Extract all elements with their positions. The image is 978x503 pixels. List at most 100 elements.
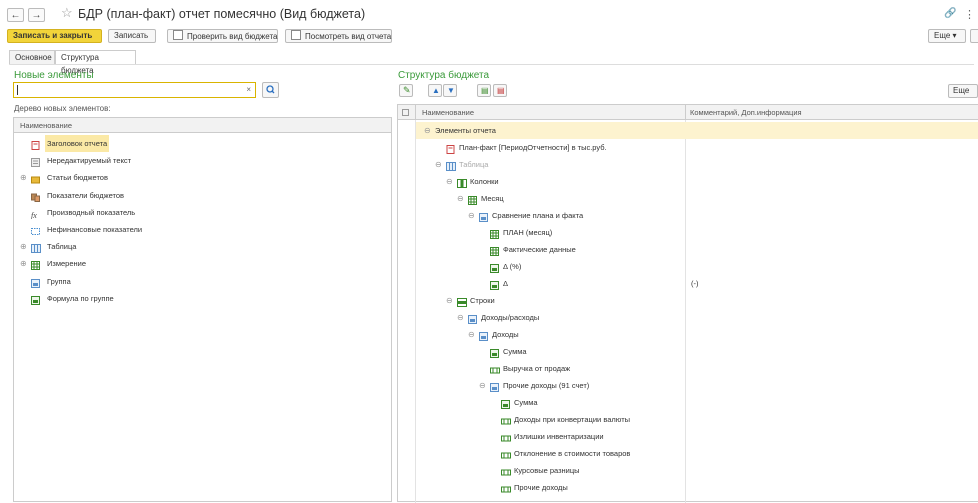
- structure-row-label: Сумма: [503, 347, 527, 356]
- new-elements-title: Новые элементы: [14, 70, 94, 81]
- left-tree-item[interactable]: Группа: [14, 273, 391, 290]
- structure-row[interactable]: Доходы при конвертации валюты: [416, 411, 978, 428]
- delete-element-button[interactable]: ▤: [493, 84, 507, 97]
- search-icon: [266, 85, 275, 94]
- structure-row[interactable]: Отклонение в стоимости товаров: [416, 445, 978, 462]
- link-icon[interactable]: 🔗: [944, 8, 956, 19]
- structure-row[interactable]: Излишки инвентаризации: [416, 428, 978, 445]
- right-more-button[interactable]: Еще: [948, 84, 978, 98]
- left-tree-item-label: Производный показатель: [47, 207, 136, 217]
- tree-label: Дерево новых элементов:: [14, 104, 111, 113]
- structure-row[interactable]: ПЛАН (месяц): [416, 224, 978, 241]
- structure-row[interactable]: ⊖ Сравнение плана и факта: [416, 207, 978, 224]
- structure-row[interactable]: Фактические данные: [416, 241, 978, 258]
- article-icon: [501, 483, 511, 500]
- structure-row[interactable]: Выручка от продаж: [416, 360, 978, 377]
- structure-row[interactable]: Сумма: [416, 343, 978, 360]
- view-report-button[interactable]: Посмотреть вид отчета: [285, 29, 392, 43]
- forward-button[interactable]: →: [28, 8, 45, 22]
- tab-main[interactable]: Основное: [9, 50, 55, 64]
- left-tree-item-label: Формула по группе: [47, 293, 114, 303]
- left-tree-item[interactable]: Нефинансовые показатели: [14, 221, 391, 238]
- group-formula-icon: [31, 294, 40, 311]
- left-tree-item[interactable]: Заголовок отчета: [14, 135, 391, 152]
- structure-row-label: Выручка от продаж: [503, 364, 571, 373]
- structure-row[interactable]: Курсовые разницы: [416, 462, 978, 479]
- structure-row[interactable]: План-факт [ПериодОтчетности] в тыс.руб.: [416, 139, 978, 156]
- expand-icon[interactable]: ⊕: [20, 169, 27, 186]
- left-tree-item[interactable]: ⊕ Статьи бюджетов: [14, 169, 391, 186]
- structure-row-label: Фактические данные: [503, 245, 576, 254]
- structure-row-label: Δ (%): [503, 262, 522, 271]
- structure-row-label: Месяц: [481, 194, 504, 203]
- structure-row-label: Прочие доходы: [514, 483, 568, 492]
- column-divider: [415, 105, 416, 120]
- left-tree-item[interactable]: Показатели бюджетов: [14, 187, 391, 204]
- expand-icon[interactable]: ⊕: [20, 255, 27, 272]
- comment-column-header[interactable]: Комментарий, Доп.информация: [690, 105, 802, 120]
- edit-button[interactable]: ✎: [399, 84, 413, 97]
- structure-row[interactable]: ⊖ Доходы/расходы: [416, 309, 978, 326]
- structure-row[interactable]: ⊖ Элементы отчета: [416, 122, 978, 139]
- left-tree-item[interactable]: ⊕ Измерение: [14, 255, 391, 272]
- left-tree-item-label: Группа: [47, 276, 71, 286]
- save-button[interactable]: Записать: [108, 29, 156, 43]
- collapse-icon[interactable]: ⊖: [435, 156, 442, 173]
- left-tree-item[interactable]: Нередактируемый текст: [14, 152, 391, 169]
- collapse-icon[interactable]: ⊖: [457, 190, 464, 207]
- column-divider: [685, 105, 686, 120]
- left-column-header[interactable]: Наименование: [14, 118, 391, 133]
- add-icon: ▤: [481, 86, 489, 95]
- search-button[interactable]: [262, 82, 279, 98]
- structure-row[interactable]: ⊖ Месяц: [416, 190, 978, 207]
- back-button[interactable]: ←: [7, 8, 24, 22]
- text-cursor: [17, 85, 18, 95]
- left-tree-item[interactable]: fx Производный показатель: [14, 204, 391, 221]
- structure-row-label: ПЛАН (месяц): [503, 228, 553, 237]
- help-button[interactable]: [970, 29, 978, 43]
- structure-row-label: Излишки инвентаризации: [514, 432, 604, 441]
- structure-row-label: Строки: [470, 296, 495, 305]
- collapse-icon[interactable]: ⊖: [479, 377, 486, 394]
- structure-row[interactable]: ⊖ Прочие доходы (91 счет): [416, 377, 978, 394]
- check-budget-button[interactable]: Проверить вид бюджета: [167, 29, 278, 43]
- structure-row-label: Элементы отчета: [435, 126, 496, 135]
- left-tree-item-label: Нефинансовые показатели: [47, 225, 143, 234]
- name-column-header[interactable]: Наименование: [422, 105, 474, 120]
- structure-row[interactable]: Сумма: [416, 394, 978, 411]
- collapse-icon[interactable]: ⊖: [446, 292, 453, 309]
- collapse-icon[interactable]: ⊖: [457, 309, 464, 326]
- arrow-down-icon: ▼: [447, 86, 455, 95]
- move-up-button[interactable]: ▲: [428, 84, 442, 97]
- structure-row-label: Сумма: [514, 398, 538, 407]
- left-tree-item[interactable]: ⊕ Таблица: [14, 238, 391, 255]
- save-close-button[interactable]: Записать и закрыть: [7, 29, 102, 43]
- add-element-button[interactable]: ▤: [477, 84, 491, 97]
- star-icon[interactable]: ☆: [61, 5, 73, 21]
- structure-row[interactable]: Δ (-): [416, 275, 978, 292]
- svg-text:fx: fx: [31, 211, 37, 219]
- collapse-icon[interactable]: ⊖: [424, 122, 431, 139]
- search-input[interactable]: ×: [13, 82, 256, 98]
- structure-row[interactable]: ⊖ Строки: [416, 292, 978, 309]
- expand-icon[interactable]: ⊕: [20, 238, 27, 255]
- structure-row-label: Прочие доходы (91 счет): [503, 381, 590, 390]
- kebab-menu-icon[interactable]: ⋮: [964, 8, 975, 21]
- delete-icon: ▤: [497, 86, 505, 95]
- left-tree-item[interactable]: Формула по группе: [14, 290, 391, 307]
- collapse-icon[interactable]: ⊖: [468, 326, 475, 343]
- structure-row-label: Отклонение в стоимости товаров: [514, 449, 631, 458]
- collapse-icon[interactable]: ⊖: [468, 207, 475, 224]
- structure-row[interactable]: ⊖ Доходы: [416, 326, 978, 343]
- more-button[interactable]: Еще ▾: [928, 29, 966, 43]
- structure-row[interactable]: ⊖ Таблица: [416, 156, 978, 173]
- structure-row[interactable]: Прочие доходы: [416, 479, 978, 496]
- structure-row[interactable]: Δ (%): [416, 258, 978, 275]
- structure-row-label: Доходы при конвертации валюты: [514, 415, 631, 424]
- move-down-button[interactable]: ▼: [443, 84, 457, 97]
- tab-budget-structure[interactable]: Структура бюджета: [55, 50, 136, 75]
- structure-row[interactable]: ⊖ Колонки: [416, 173, 978, 190]
- column-settings-icon[interactable]: [402, 109, 409, 116]
- clear-icon[interactable]: ×: [246, 85, 251, 94]
- collapse-icon[interactable]: ⊖: [446, 173, 453, 190]
